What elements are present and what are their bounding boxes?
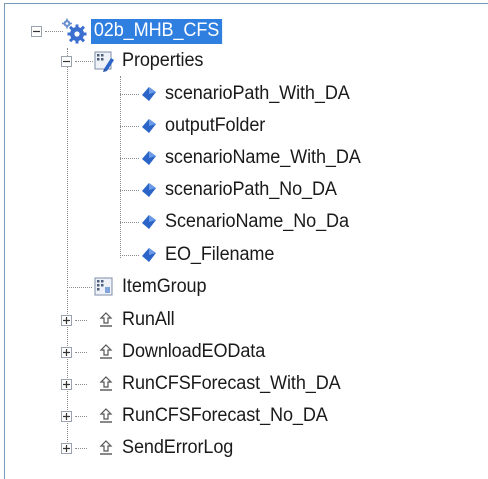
target-icon — [97, 406, 115, 426]
target-label: RunCFSForecast_No_DA — [122, 405, 328, 426]
tree-connector — [75, 320, 87, 321]
tree-node-target[interactable]: RunCFSForecast_With_DA — [122, 369, 352, 399]
property-icon — [140, 181, 158, 199]
property-icon — [140, 213, 158, 231]
collapse-toggle[interactable] — [31, 26, 42, 37]
expand-toggle[interactable] — [61, 379, 72, 390]
property-icon — [140, 149, 158, 167]
tree-connector — [75, 448, 87, 449]
tree-connector — [120, 190, 139, 191]
gear-icon — [59, 17, 89, 45]
tree-node-property[interactable]: ScenarioName_No_Da — [165, 207, 359, 237]
tree-node-property[interactable]: EO_Filename — [165, 240, 280, 270]
tree-node-itemgroup[interactable]: ItemGroup — [122, 272, 211, 302]
tree-connector — [67, 287, 92, 288]
target-icon — [97, 374, 115, 394]
tree-view[interactable]: 02b_MHB_CFS Properties scenarioPath_With… — [4, 3, 488, 479]
tree-connector — [120, 76, 121, 258]
tree-connector — [75, 384, 87, 385]
tree-node-property[interactable]: scenarioName_With_DA — [165, 143, 371, 173]
target-icon — [97, 342, 115, 362]
target-label: SendErrorLog — [122, 437, 234, 458]
tree-node-target[interactable]: RunCFSForecast_No_DA — [122, 401, 339, 431]
target-icon — [97, 310, 115, 330]
tree-connector — [67, 290, 68, 446]
tree-node-property[interactable]: scenarioPath_With_DA — [165, 79, 359, 109]
property-icon — [140, 117, 158, 135]
tree-connector — [120, 94, 139, 95]
property-label: scenarioName_With_DA — [165, 147, 361, 168]
property-icon — [140, 246, 158, 264]
tree-connector — [75, 352, 87, 353]
property-icon — [140, 85, 158, 103]
item-group-icon — [91, 274, 117, 300]
root-node-label: 02b_MHB_CFS — [91, 18, 223, 44]
itemgroup-node-label: ItemGroup — [122, 276, 207, 297]
expand-toggle[interactable] — [61, 411, 72, 422]
expand-toggle[interactable] — [61, 315, 72, 326]
tree-node-target[interactable]: DownloadEOData — [122, 337, 273, 367]
property-label: ScenarioName_No_Da — [165, 211, 349, 232]
properties-node-label: Properties — [122, 50, 204, 71]
tree-connector — [120, 158, 139, 159]
tree-node-root[interactable]: 02b_MHB_CFS — [91, 16, 229, 46]
target-label: DownloadEOData — [122, 341, 266, 362]
property-label: scenarioPath_With_DA — [165, 83, 350, 104]
tree-connector — [120, 222, 139, 223]
property-label: scenarioPath_No_DA — [165, 179, 337, 200]
property-group-icon — [91, 48, 117, 74]
property-label: outputFolder — [165, 115, 266, 136]
target-label: RunCFSForecast_With_DA — [122, 373, 341, 394]
tree-connector — [120, 126, 139, 127]
tree-connector — [75, 416, 87, 417]
target-label: RunAll — [122, 309, 175, 330]
expand-toggle[interactable] — [61, 347, 72, 358]
tree-node-target[interactable]: RunAll — [122, 305, 177, 335]
collapse-toggle[interactable] — [61, 56, 72, 67]
property-label: EO_Filename — [165, 244, 275, 265]
tree-node-properties[interactable]: Properties — [122, 46, 208, 76]
tree-connector — [67, 48, 68, 288]
tree-connector — [120, 255, 139, 256]
tree-node-property[interactable]: outputFolder — [165, 111, 270, 141]
tree-node-target[interactable]: SendErrorLog — [122, 433, 239, 463]
tree-node-property[interactable]: scenarioPath_No_DA — [165, 175, 346, 205]
target-icon — [97, 438, 115, 458]
expand-toggle[interactable] — [61, 443, 72, 454]
